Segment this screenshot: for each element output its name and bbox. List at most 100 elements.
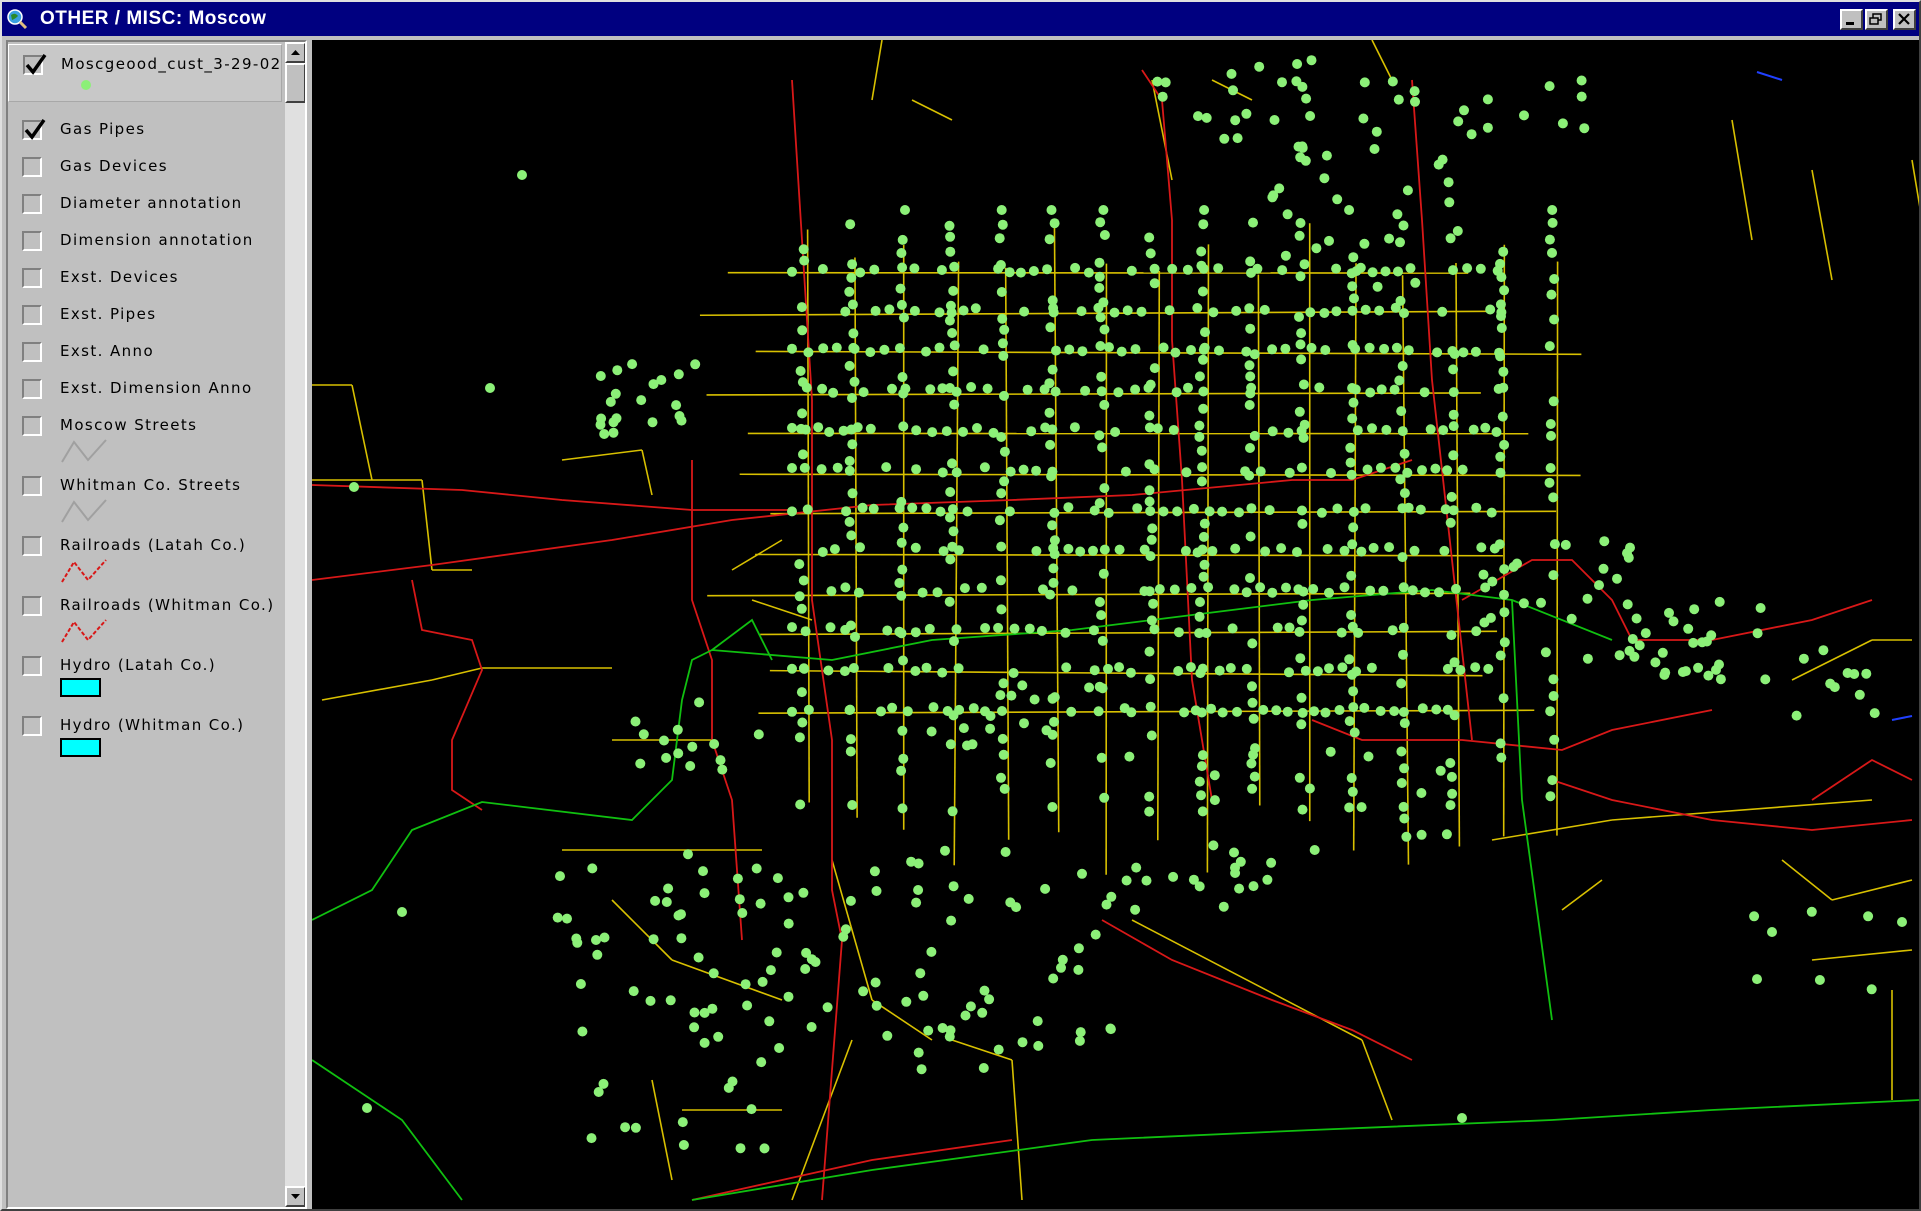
customer-point	[1660, 667, 1671, 678]
layer-visibility-checkbox[interactable]	[22, 716, 42, 736]
customer-point	[1545, 463, 1556, 473]
customer-point	[806, 954, 817, 965]
customer-point	[1351, 266, 1362, 277]
customer-point	[898, 522, 909, 533]
customer-point	[1399, 718, 1410, 729]
layer-item[interactable]: Whitman Co. Streets	[8, 466, 282, 523]
gas-pipe-line	[871, 40, 883, 101]
layer-name: Moscgeood_cust_3-29-02	[61, 55, 282, 73]
scroll-down-button[interactable]	[285, 1186, 305, 1207]
customer-point	[1088, 545, 1098, 556]
customer-point	[845, 746, 856, 757]
customer-point	[803, 704, 814, 715]
customer-point	[911, 425, 922, 436]
layer-visibility-checkbox[interactable]	[22, 536, 42, 556]
layer-visibility-checkbox[interactable]	[22, 342, 42, 362]
customer-point	[927, 427, 938, 438]
customer-point	[921, 662, 932, 673]
customer-point	[838, 931, 849, 942]
layer-item[interactable]: Moscgeood_cust_3-29-02	[8, 44, 282, 102]
customer-point	[577, 1026, 588, 1037]
customer-point	[818, 343, 829, 354]
customer-point	[978, 1063, 989, 1073]
customer-point	[1032, 1016, 1043, 1027]
customer-point	[947, 541, 958, 552]
customer-point	[678, 1140, 689, 1150]
close-button[interactable]	[1893, 9, 1916, 30]
customer-point	[764, 1016, 775, 1027]
customer-point	[665, 995, 676, 1006]
customer-point	[1192, 303, 1203, 313]
customer-point	[1145, 506, 1156, 517]
customer-point	[1173, 666, 1184, 676]
layer-item[interactable]: Hydro (Latah Co.)	[8, 646, 282, 702]
restore-button[interactable]	[1865, 9, 1888, 30]
layer-visibility-checkbox[interactable]	[22, 379, 42, 399]
customer-point	[796, 687, 807, 698]
layer-visibility-checkbox[interactable]	[22, 268, 42, 288]
minimize-button[interactable]	[1840, 9, 1863, 30]
customer-point	[907, 502, 918, 513]
gas-pipe-line	[1781, 859, 1833, 901]
customer-point	[1110, 427, 1121, 437]
customer-point	[1441, 829, 1452, 840]
customer-point	[1226, 68, 1237, 79]
layer-visibility-checkbox[interactable]	[22, 231, 42, 251]
gas-pipe-line	[1491, 819, 1613, 841]
customer-point	[829, 544, 840, 555]
customer-point	[591, 935, 601, 945]
layer-visibility-checkbox[interactable]	[22, 476, 42, 496]
customer-point	[1360, 503, 1371, 514]
toc-scrollbar[interactable]	[284, 42, 305, 1207]
layer-item[interactable]: Railroads (Whitman Co.)	[8, 586, 282, 643]
customer-point	[1167, 263, 1178, 274]
layer-item[interactable]: Hydro (Whitman Co.)	[8, 706, 282, 762]
customer-point	[1200, 327, 1210, 338]
customer-point	[1352, 425, 1363, 436]
customer-point	[1399, 813, 1410, 824]
customer-point	[896, 765, 907, 776]
customer-point	[958, 305, 969, 316]
customer-point	[1309, 845, 1320, 855]
scroll-thumb[interactable]	[285, 63, 305, 103]
layer-visibility-checkbox[interactable]	[22, 656, 42, 676]
gas-pipe-line	[641, 449, 653, 496]
customer-point	[1198, 354, 1208, 365]
customer-point	[1057, 954, 1068, 965]
customer-point	[1390, 462, 1401, 473]
customer-point	[1144, 410, 1155, 421]
customer-point	[562, 913, 572, 924]
customer-point	[1398, 707, 1409, 717]
customer-point	[1050, 386, 1061, 397]
map-canvas[interactable]	[312, 40, 1919, 1209]
layer-visibility-checkbox[interactable]	[22, 416, 42, 436]
customer-point	[1009, 623, 1020, 634]
map-view[interactable]	[312, 40, 1919, 1209]
customer-point	[980, 623, 991, 633]
customer-point	[1395, 237, 1405, 248]
title-bar[interactable]: OTHER / MISC: Moscow	[2, 2, 1919, 36]
customer-point	[1432, 347, 1443, 358]
layer-visibility-checkbox[interactable]	[23, 53, 47, 75]
customer-point	[1448, 409, 1459, 420]
customer-point	[1197, 544, 1208, 555]
customer-point	[674, 411, 685, 421]
gas-pipe-line	[321, 679, 433, 701]
customer-point	[1499, 607, 1510, 618]
layer-item[interactable]: Moscow Streets	[8, 406, 282, 463]
customer-point	[1255, 466, 1266, 477]
customer-point	[1122, 305, 1133, 316]
customer-point	[999, 390, 1009, 401]
layer-visibility-checkbox[interactable]	[22, 596, 42, 616]
scroll-up-button[interactable]	[285, 42, 305, 63]
customer-point	[850, 631, 860, 642]
layer-item[interactable]: Railroads (Latah Co.)	[8, 526, 282, 583]
layer-visibility-checkbox[interactable]	[22, 305, 42, 325]
customer-point	[1217, 506, 1228, 517]
customer-point	[1144, 422, 1155, 433]
layer-visibility-checkbox[interactable]	[22, 157, 42, 177]
customer-point	[1324, 235, 1334, 246]
layer-visibility-checkbox[interactable]	[22, 118, 46, 140]
layer-visibility-checkbox[interactable]	[22, 194, 42, 214]
customer-point	[1349, 293, 1359, 304]
